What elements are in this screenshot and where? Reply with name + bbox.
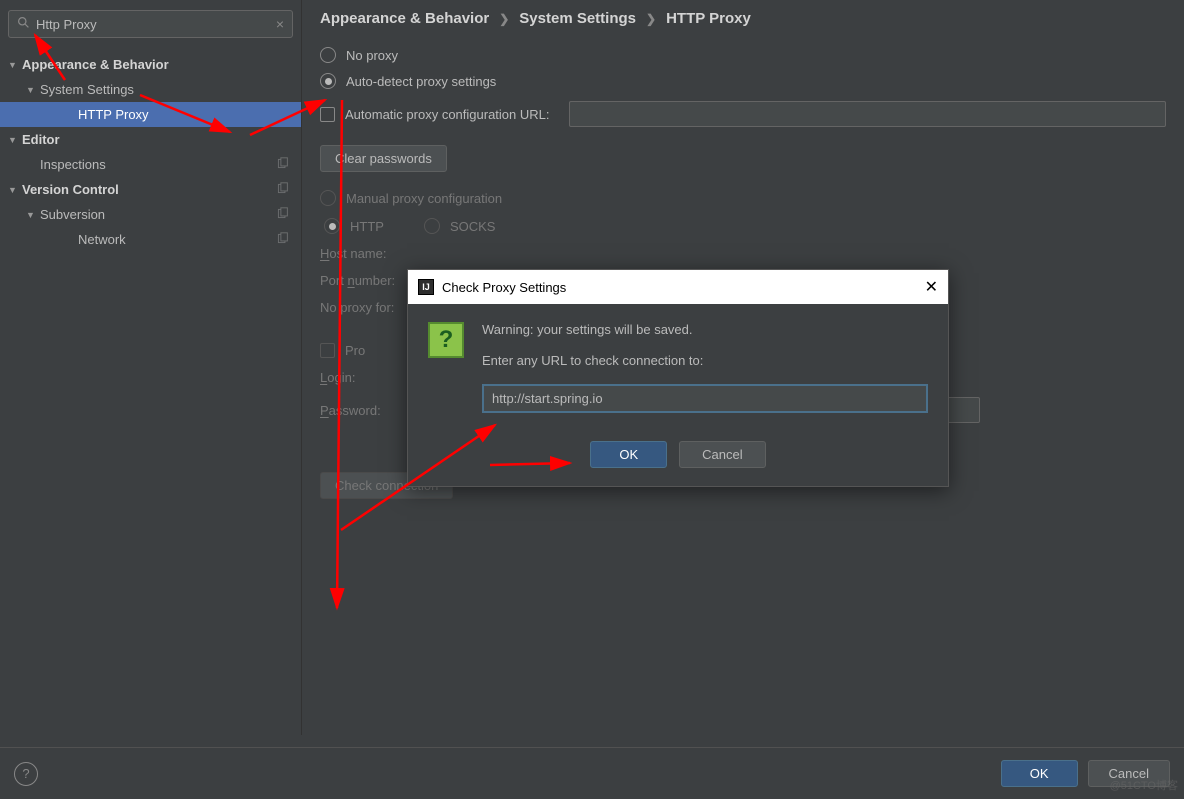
checkbox-icon bbox=[320, 343, 335, 358]
watermark: @51CTO博客 bbox=[1110, 777, 1178, 793]
app-icon: IJ bbox=[418, 279, 434, 295]
no-proxy-option[interactable]: No proxy bbox=[320, 47, 1166, 63]
auto-url-row: Automatic proxy configuration URL: bbox=[320, 101, 1166, 127]
tree-item-network[interactable]: Network bbox=[0, 227, 301, 252]
breadcrumb-item: System Settings bbox=[519, 10, 636, 27]
chevron-down-icon: ▼ bbox=[8, 60, 17, 70]
protocol-row: HTTP SOCKS bbox=[320, 218, 1166, 234]
radio-icon bbox=[424, 218, 440, 234]
dialog-titlebar[interactable]: IJ Check Proxy Settings ✕ bbox=[408, 270, 948, 304]
ok-button[interactable]: OK bbox=[1001, 760, 1078, 787]
tree-item-inspections[interactable]: Inspections bbox=[0, 152, 301, 177]
tree-item-label: HTTP Proxy bbox=[78, 107, 149, 122]
manual-proxy-option[interactable]: Manual proxy configuration bbox=[320, 190, 1166, 206]
dialog-footer: ? OK Cancel bbox=[0, 747, 1184, 799]
dialog-ok-button[interactable]: OK bbox=[590, 441, 667, 468]
search-icon bbox=[17, 16, 30, 32]
proxy-auth-label: Pro bbox=[345, 343, 365, 358]
tree-item-appearance-behavior[interactable]: ▼ Appearance & Behavior bbox=[0, 52, 301, 77]
auto-detect-option[interactable]: Auto-detect proxy settings bbox=[320, 73, 1166, 89]
chevron-right-icon: ❯ bbox=[499, 12, 509, 26]
tree-item-subversion[interactable]: ▼ Subversion bbox=[0, 202, 301, 227]
close-icon[interactable]: ✕ bbox=[925, 277, 938, 297]
url-input[interactable] bbox=[482, 384, 928, 413]
tree-item-label: Inspections bbox=[40, 157, 106, 172]
check-proxy-dialog: IJ Check Proxy Settings ✕ ? Warning: you… bbox=[407, 269, 949, 487]
dialog-prompt: Enter any URL to check connection to: bbox=[482, 353, 928, 368]
checkbox-icon[interactable] bbox=[320, 107, 335, 122]
copy-icon bbox=[276, 157, 289, 173]
search-input[interactable] bbox=[36, 17, 276, 32]
settings-tree: ▼ Appearance & Behavior ▼ System Settings HT… bbox=[0, 48, 301, 735]
tree-item-label: Network bbox=[78, 232, 126, 247]
checkbox-label: Automatic proxy configuration URL: bbox=[345, 107, 549, 122]
search-box[interactable]: × bbox=[8, 10, 293, 38]
dialog-warning: Warning: your settings will be saved. bbox=[482, 322, 928, 337]
chevron-down-icon: ▼ bbox=[8, 185, 17, 195]
sidebar: × ▼ Appearance & Behavior ▼ System Settings… bbox=[0, 0, 302, 735]
search-clear-icon[interactable]: × bbox=[276, 16, 284, 32]
breadcrumb-item: HTTP Proxy bbox=[666, 10, 751, 27]
tree-item-editor[interactable]: ▼ Editor bbox=[0, 127, 301, 152]
radio-label: No proxy bbox=[346, 48, 398, 63]
radio-icon bbox=[320, 73, 336, 89]
dialog-title-text: Check Proxy Settings bbox=[442, 280, 566, 295]
chevron-down-icon: ▼ bbox=[26, 210, 35, 220]
help-button[interactable]: ? bbox=[14, 762, 38, 786]
radio-label: Auto-detect proxy settings bbox=[346, 74, 496, 89]
socks-label: SOCKS bbox=[450, 219, 496, 234]
http-label: HTTP bbox=[350, 219, 384, 234]
copy-icon bbox=[276, 182, 289, 198]
copy-icon bbox=[276, 232, 289, 248]
chevron-down-icon: ▼ bbox=[8, 135, 17, 145]
tree-item-label: Subversion bbox=[40, 207, 105, 222]
radio-icon bbox=[320, 190, 336, 206]
breadcrumb-item: Appearance & Behavior bbox=[320, 10, 489, 27]
radio-label: Manual proxy configuration bbox=[346, 191, 502, 206]
radio-icon bbox=[324, 218, 340, 234]
tree-item-label: Version Control bbox=[22, 182, 119, 197]
tree-item-system-settings[interactable]: ▼ System Settings bbox=[0, 77, 301, 102]
copy-icon bbox=[276, 207, 289, 223]
tree-item-label: Editor bbox=[22, 132, 60, 147]
auto-url-input[interactable] bbox=[569, 101, 1166, 127]
chevron-down-icon: ▼ bbox=[26, 85, 35, 95]
host-label: Host name: bbox=[320, 246, 430, 261]
dialog-cancel-button[interactable]: Cancel bbox=[679, 441, 765, 468]
breadcrumb: Appearance & Behavior ❯ System Settings … bbox=[320, 10, 1166, 27]
clear-passwords-button[interactable]: Clear passwords bbox=[320, 145, 447, 172]
question-icon: ? bbox=[428, 322, 464, 358]
chevron-right-icon: ❯ bbox=[646, 12, 656, 26]
tree-item-label: Appearance & Behavior bbox=[22, 57, 169, 72]
tree-item-http-proxy[interactable]: HTTP Proxy bbox=[0, 102, 301, 127]
tree-item-label: System Settings bbox=[40, 82, 134, 97]
tree-item-version-control[interactable]: ▼ Version Control bbox=[0, 177, 301, 202]
radio-icon bbox=[320, 47, 336, 63]
